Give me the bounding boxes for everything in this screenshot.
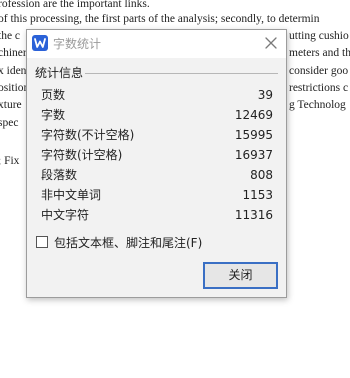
close-icon[interactable] <box>262 34 280 52</box>
word-count-dialog: 字数统计 统计信息 页数 39 字数 12469 字符数(不计空格) 15995… <box>26 29 287 298</box>
document-line: x iden <box>0 65 27 77</box>
group-divider <box>85 73 278 74</box>
stat-value: 16937 <box>234 148 273 162</box>
stat-label: 字符数(不计空格) <box>41 128 135 142</box>
document-line: rofession are the important links. <box>0 0 150 10</box>
document-line: chiner <box>0 47 27 59</box>
dialog-titlebar[interactable]: 字数统计 <box>27 30 286 58</box>
stat-row-pages: 页数 39 <box>41 85 273 105</box>
document-line: ; Fix <box>0 155 20 167</box>
dialog-title: 字数统计 <box>53 37 102 51</box>
document-line: consider goo <box>289 65 349 77</box>
include-textboxes-checkbox[interactable] <box>36 236 48 248</box>
stat-row-non-chinese-words: 非中文单词 1153 <box>41 185 273 205</box>
stat-value: 39 <box>257 88 273 102</box>
document-line: restrictions c <box>289 82 349 94</box>
stat-label: 段落数 <box>41 168 78 182</box>
document-line: osition <box>0 82 30 94</box>
stat-label: 页数 <box>41 88 66 102</box>
stat-value: 12469 <box>234 108 273 122</box>
document-line: xture <box>0 99 22 111</box>
stat-value: 11316 <box>234 208 273 222</box>
document-line: spec <box>0 117 19 129</box>
stat-value: 15995 <box>234 128 273 142</box>
stat-value: 1153 <box>242 188 273 202</box>
stat-label: 字数 <box>41 108 66 122</box>
stat-row-characters-no-spaces: 字符数(不计空格) 15995 <box>41 125 273 145</box>
document-line: utting cushio <box>289 30 349 42</box>
statistics-group-label: 统计信息 <box>35 66 86 80</box>
document-line: of this processing, the first parts of t… <box>0 13 320 25</box>
document-line: g Technolog <box>289 99 346 111</box>
include-textboxes-label[interactable]: 包括文本框、脚注和尾注(F) <box>54 235 202 251</box>
close-button[interactable]: 关闭 <box>203 262 278 289</box>
wps-writer-icon <box>32 35 48 51</box>
stat-label: 字符数(计空格) <box>41 148 123 162</box>
stat-row-characters-with-spaces: 字符数(计空格) 16937 <box>41 145 273 165</box>
document-line: the c <box>0 30 21 42</box>
stat-label: 非中文单词 <box>41 188 102 202</box>
document-line: meters and th <box>289 47 350 59</box>
stat-label: 中文字符 <box>41 208 90 222</box>
statistics-list: 页数 39 字数 12469 字符数(不计空格) 15995 字符数(计空格) … <box>41 85 273 225</box>
stat-row-chinese-characters: 中文字符 11316 <box>41 205 273 225</box>
stat-row-paragraphs: 段落数 808 <box>41 165 273 185</box>
stat-row-words: 字数 12469 <box>41 105 273 125</box>
stat-value: 808 <box>250 168 273 182</box>
